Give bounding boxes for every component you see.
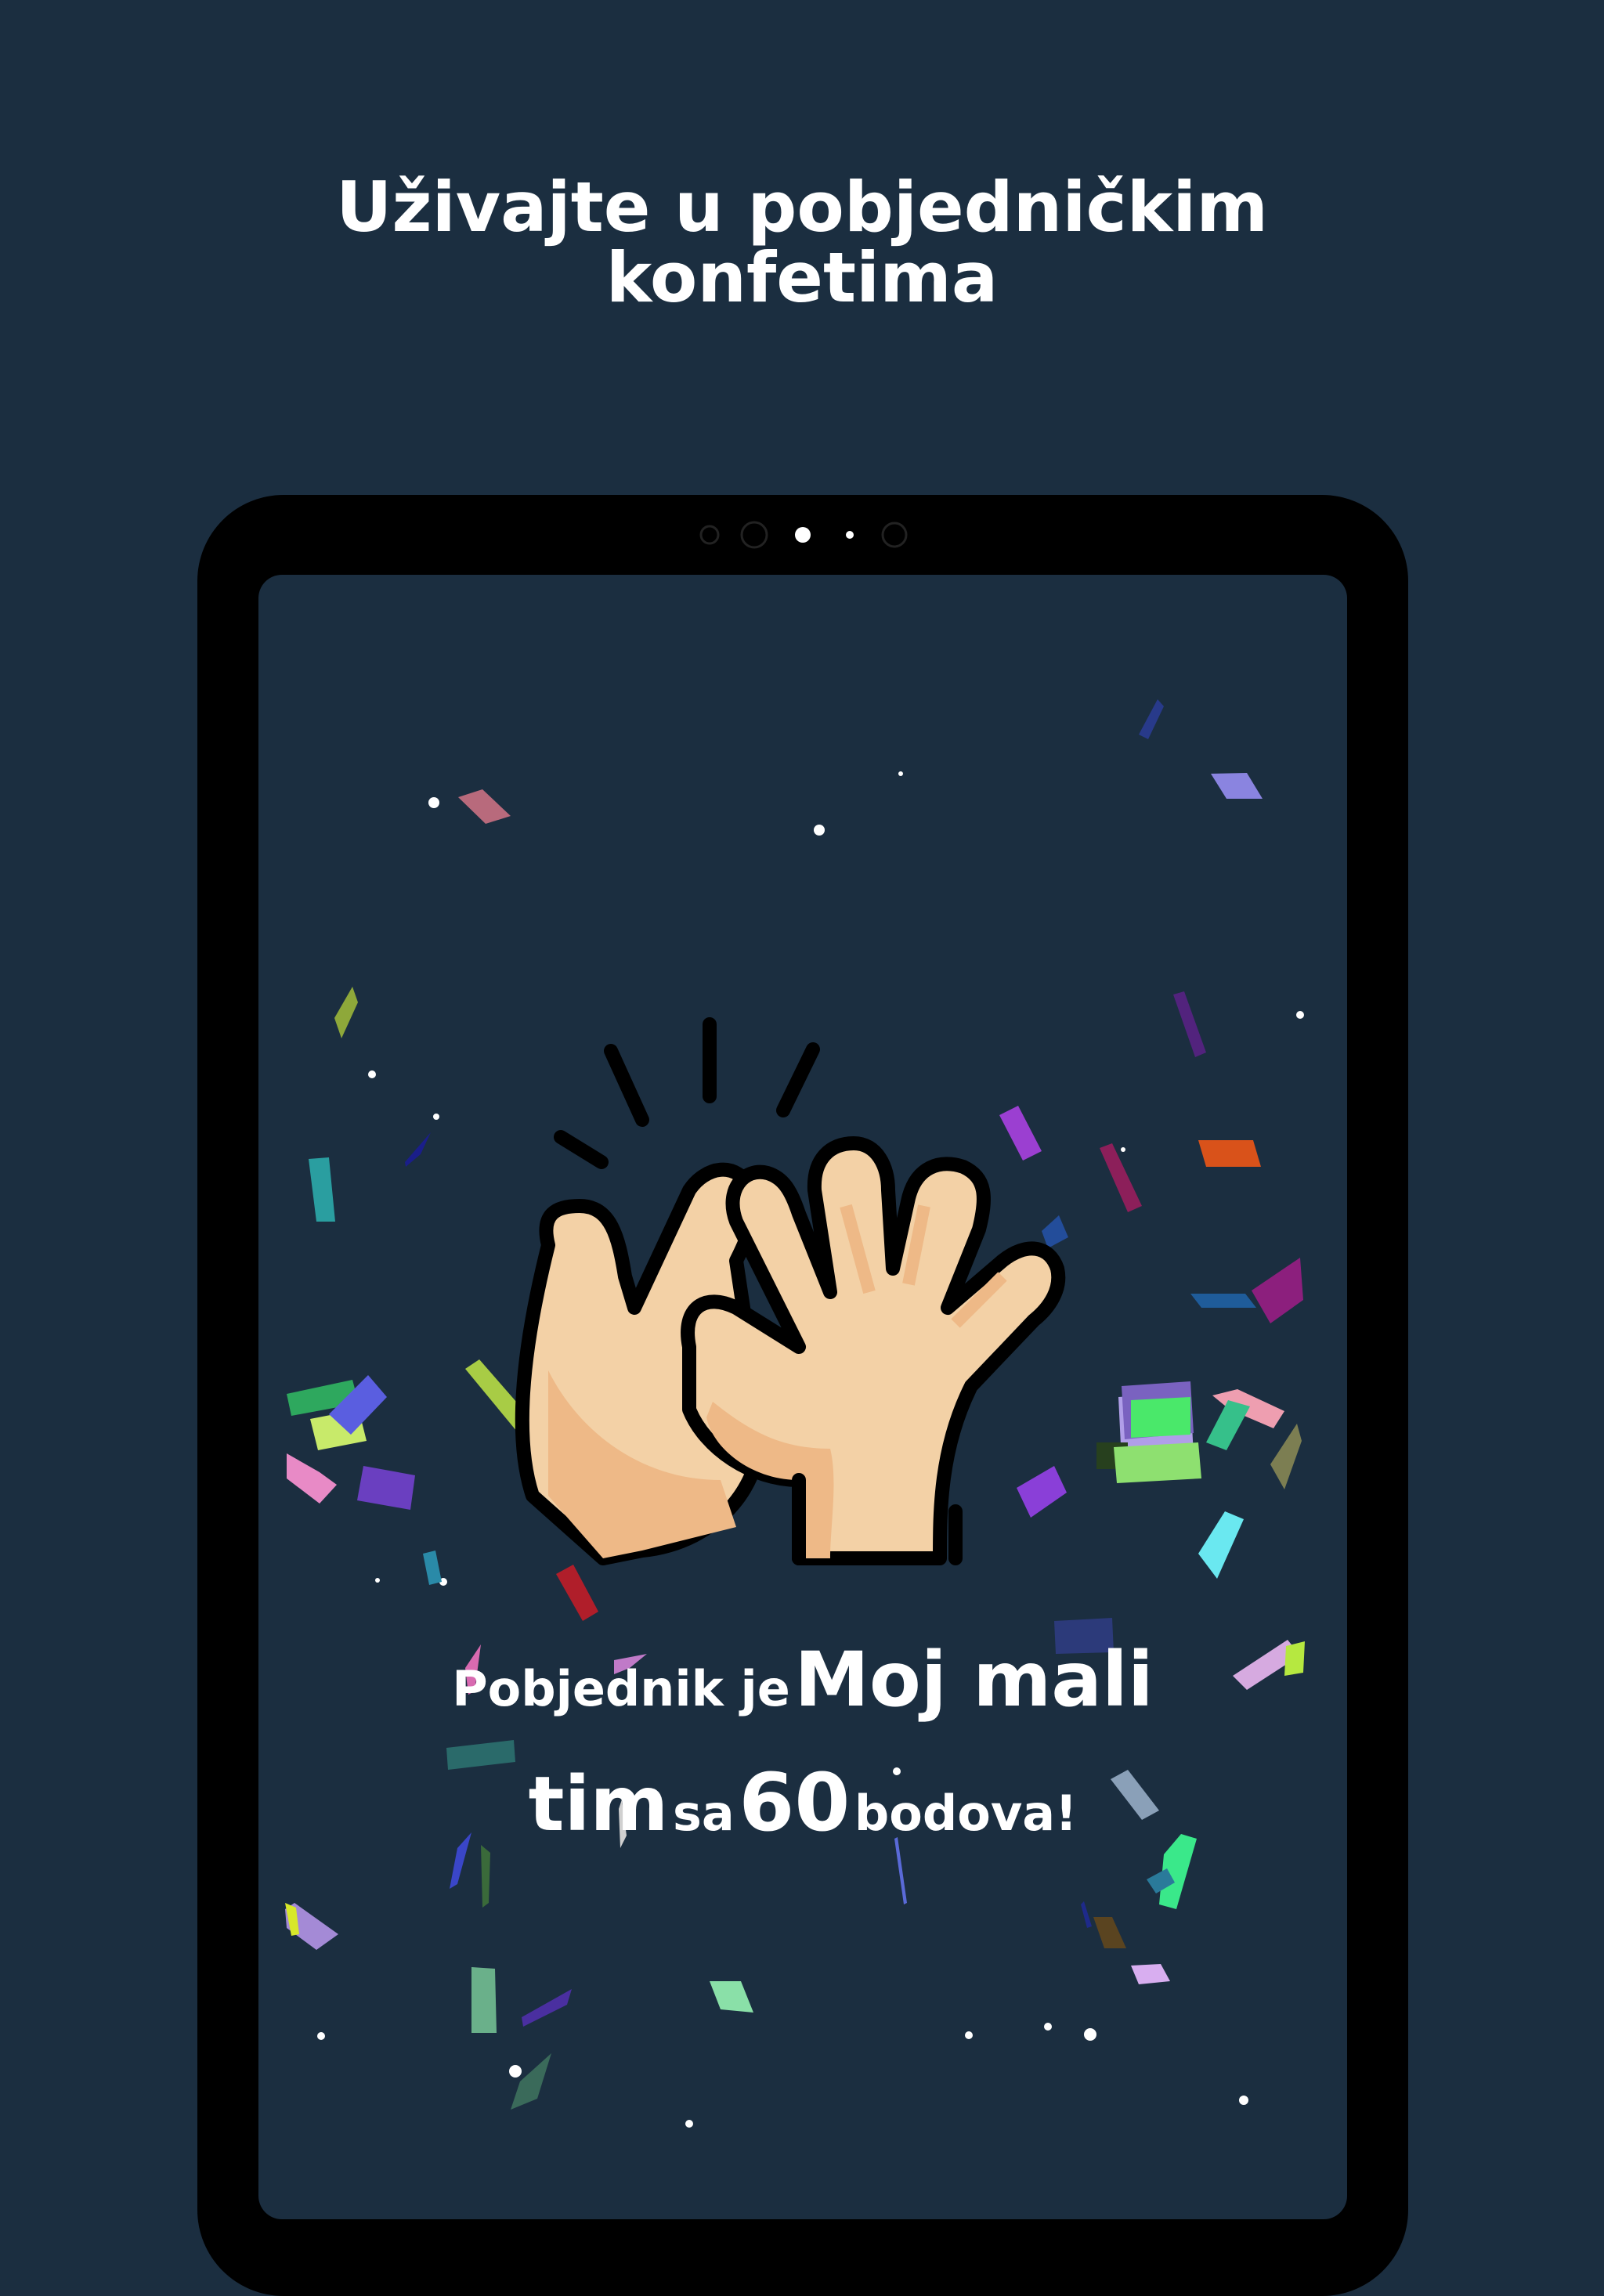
winner-points: 60	[739, 1756, 851, 1850]
winner-team-name: Moj mali	[794, 1636, 1154, 1724]
winner-suffix: bodova!	[854, 1785, 1078, 1842]
high-five-icon	[515, 1017, 1066, 1565]
winner-prefix: Pobjednik je	[452, 1660, 790, 1717]
winner-mid: sa	[673, 1785, 735, 1842]
winner-team-name-end: tim	[528, 1760, 669, 1848]
winner-announcement: Pobjednik je Moj mali tim sa 60 bodova!	[258, 1637, 1347, 1877]
